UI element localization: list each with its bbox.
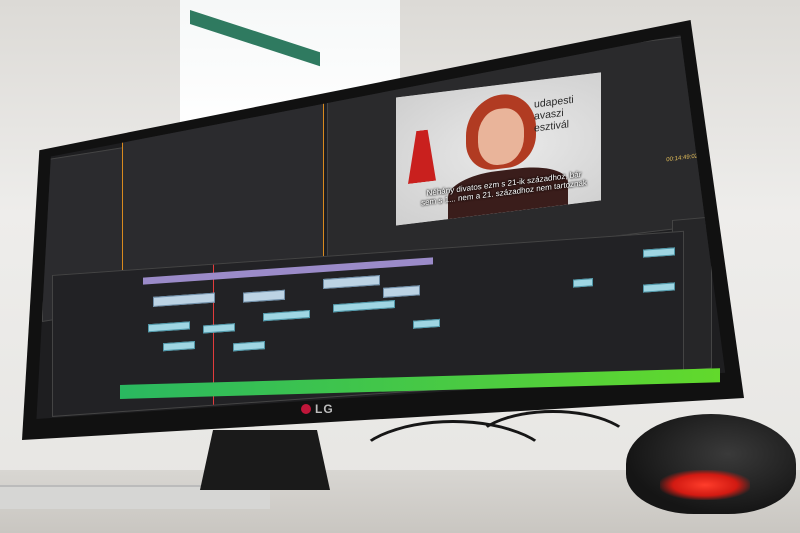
program-timecode: 00:14:49:02 bbox=[666, 153, 698, 164]
timeline-clip[interactable] bbox=[323, 275, 380, 290]
timeline-clip[interactable] bbox=[263, 309, 310, 322]
timeline-clip[interactable] bbox=[163, 341, 195, 352]
timeline-clip[interactable] bbox=[243, 289, 285, 303]
photo-scene: udapesti avaszi esztivál Néhány divatos … bbox=[0, 0, 800, 533]
timeline-clip[interactable] bbox=[643, 282, 675, 293]
mouse-led-light bbox=[660, 470, 750, 500]
cable bbox=[470, 410, 636, 486]
timeline-clip[interactable] bbox=[643, 247, 675, 258]
logo-text: LG bbox=[315, 402, 334, 416]
timeline-clip[interactable] bbox=[383, 285, 420, 298]
timeline-clip[interactable] bbox=[573, 278, 593, 288]
monitor-stand bbox=[200, 430, 330, 490]
timeline-clip[interactable] bbox=[333, 300, 395, 313]
monitor-logo: LG bbox=[301, 402, 334, 416]
timeline-clip[interactable] bbox=[413, 318, 440, 329]
timeline-clip[interactable] bbox=[148, 321, 190, 333]
timeline-clip[interactable] bbox=[203, 323, 235, 334]
lg-logo-icon bbox=[301, 404, 311, 414]
timeline-clip[interactable] bbox=[233, 341, 265, 352]
video-preview: udapesti avaszi esztivál Néhány divatos … bbox=[396, 72, 601, 226]
timeline-clip[interactable] bbox=[153, 292, 215, 307]
